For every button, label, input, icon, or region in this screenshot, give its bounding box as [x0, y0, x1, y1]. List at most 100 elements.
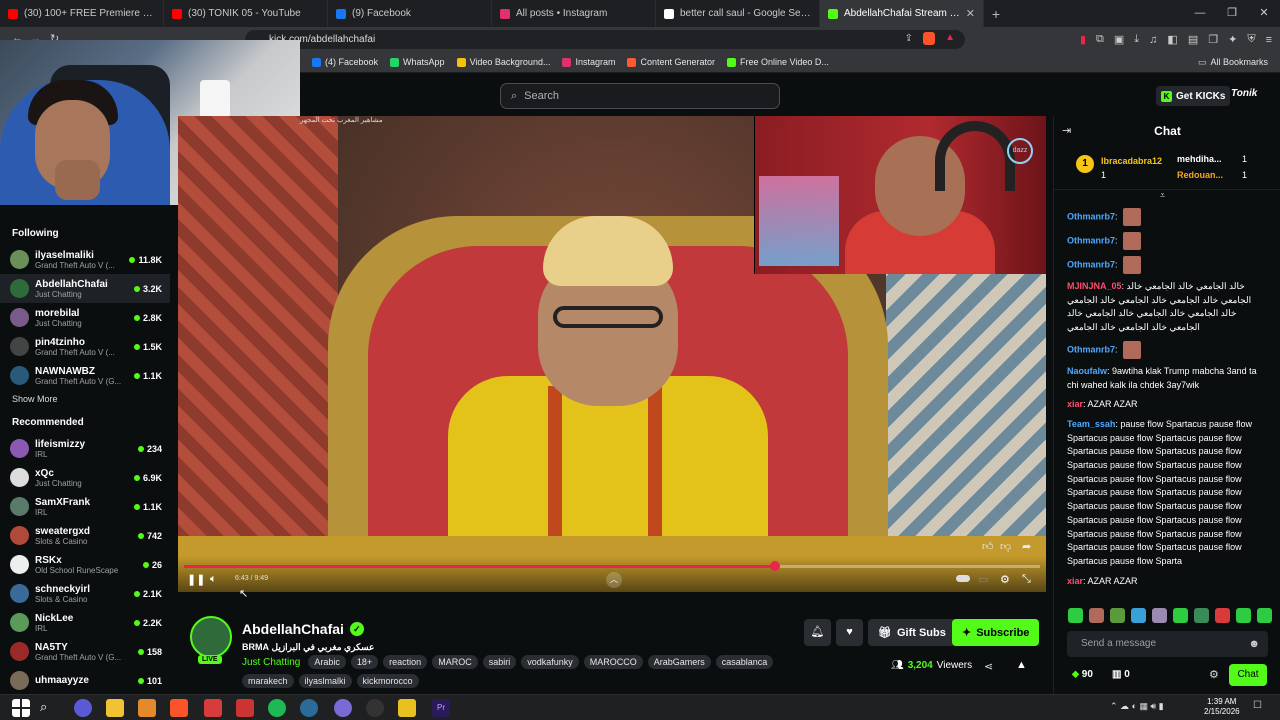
close-window-icon[interactable]: ✕: [1248, 0, 1280, 27]
sidebar-channel[interactable]: NA5TY Grand Theft Auto V (G... 158: [0, 637, 170, 666]
restore-icon[interactable]: ❐: [1216, 0, 1248, 27]
brave-taskbar-icon[interactable]: [170, 699, 188, 717]
notification-bell-icon[interactable]: 🔔︎: [804, 619, 831, 646]
url-field[interactable]: kick.com/abdellahchafai ⇪ ▲: [245, 30, 965, 49]
tonik-logo[interactable]: Tonik: [1231, 88, 1257, 99]
sidebar-channel[interactable]: lifeismizzy IRL 234: [0, 434, 170, 463]
wallet-icon[interactable]: ▤: [1188, 33, 1198, 46]
system-tray[interactable]: ⌃ ☁ ◐ ▦ 🔊︎ ▮: [1110, 701, 1164, 712]
thumbs-up-icon[interactable]: 👍︎: [982, 540, 994, 553]
emote-icon[interactable]: [1110, 608, 1125, 623]
pause-icon[interactable]: ❚❚: [187, 573, 205, 586]
emote-icon[interactable]: [1152, 608, 1167, 623]
emoji-icon[interactable]: ☻: [1248, 631, 1260, 657]
chat-username[interactable]: Othmanrb7: [1067, 235, 1115, 245]
tag-chip[interactable]: marakech: [242, 674, 294, 688]
bookmark-item[interactable]: Instagram: [562, 57, 615, 67]
menu-icon[interactable]: ≡: [1266, 34, 1272, 46]
leaderboard-name[interactable]: Redouan...: [1177, 170, 1223, 180]
chat-username[interactable]: Team_ssah: [1067, 419, 1115, 429]
bookmark-item[interactable]: Content Generator: [627, 57, 715, 67]
tag-chip[interactable]: MAROCCO: [583, 655, 643, 669]
extensions-icon[interactable]: ⧉: [1096, 33, 1104, 46]
clock[interactable]: 1:39 AM 2/15/2026: [1204, 697, 1240, 717]
browser-tab[interactable]: better call saul - Google Search: [656, 0, 820, 27]
sidebar-channel[interactable]: AbdellahChafai Just Chatting 3.2K: [0, 274, 170, 303]
office-icon[interactable]: [204, 699, 222, 717]
emote-icon[interactable]: [1131, 608, 1146, 623]
chat-username[interactable]: xiar: [1067, 576, 1083, 586]
file-explorer-icon[interactable]: [106, 699, 124, 717]
sidebar-channel[interactable]: xQc Just Chatting 6.9K: [0, 463, 170, 492]
chevron-up-icon[interactable]: ︿: [606, 572, 622, 588]
browser-tab[interactable]: (9) Facebook: [328, 0, 492, 27]
app-thumbnail-icon[interactable]: [236, 699, 254, 717]
emote-icon[interactable]: [1215, 608, 1230, 623]
volume-icon[interactable]: 🔈︎: [210, 573, 217, 586]
share-icon[interactable]: ⇪: [905, 33, 913, 44]
chat-input[interactable]: Send a message ☻: [1067, 631, 1268, 657]
category-link[interactable]: Just Chatting: [242, 657, 300, 668]
sidebar-channel[interactable]: NickLee IRL 2.2K: [0, 608, 170, 637]
discord-icon[interactable]: [334, 699, 352, 717]
bookmark-item[interactable]: WhatsApp: [390, 57, 445, 67]
subscribe-button[interactable]: ✦ Subscribe: [952, 619, 1040, 646]
search-taskbar-icon[interactable]: ⌕: [40, 699, 58, 717]
close-tab-icon[interactable]: ✕: [966, 7, 975, 20]
leaderboard-name[interactable]: mehdiha...: [1177, 154, 1222, 164]
spotify-icon[interactable]: [268, 699, 286, 717]
music-icon[interactable]: ♫: [1149, 34, 1157, 46]
tag-chip[interactable]: kickmorocco: [356, 674, 419, 688]
streamer-name[interactable]: AbdellahChafai: [242, 621, 344, 637]
bookmark-item[interactable]: (4) Facebook: [312, 57, 378, 67]
chat-username[interactable]: Othmanrb7: [1067, 344, 1115, 354]
emote-icon[interactable]: [1194, 608, 1209, 623]
chat-username[interactable]: Othmanrb7: [1067, 259, 1115, 269]
video-player[interactable]: مشاهير المغرب تحت المجهر dazz ❚❚ 🔈︎ 6:43…: [178, 116, 1046, 592]
theater-icon[interactable]: ▭: [978, 573, 988, 586]
brave-shield-icon[interactable]: [923, 32, 935, 45]
tag-chip[interactable]: MAROC: [432, 655, 478, 669]
toggle-icon[interactable]: [956, 575, 970, 582]
tag-chip[interactable]: sabiri: [482, 655, 517, 669]
extension-red-icon[interactable]: ▮: [1080, 33, 1086, 46]
vpn-icon[interactable]: ⛨: [1247, 33, 1255, 46]
sidebar-channel[interactable]: RSKx Old School RuneScape 26: [0, 550, 170, 579]
tag-chip[interactable]: 18+: [350, 655, 379, 669]
gift-subs-button[interactable]: 🎁︎ Gift Subs: [868, 619, 956, 646]
emote-icon[interactable]: [1236, 608, 1251, 623]
copy-icon[interactable]: ❐: [1208, 33, 1218, 46]
progress-bar[interactable]: [184, 561, 1040, 571]
github-icon[interactable]: [366, 699, 384, 717]
show-more-link[interactable]: Show More: [0, 390, 170, 412]
tag-chip[interactable]: reaction: [383, 655, 428, 669]
minimize-icon[interactable]: —: [1184, 0, 1216, 27]
sidebar-icon[interactable]: ◧: [1167, 33, 1177, 46]
tag-chip[interactable]: Arabic: [308, 655, 346, 669]
emote-icon[interactable]: [1173, 608, 1188, 623]
app-yellow-icon[interactable]: [398, 699, 416, 717]
emote-icon[interactable]: [1257, 608, 1272, 623]
download-icon[interactable]: ⤓: [1134, 33, 1139, 46]
share-icon[interactable]: ⋖: [984, 660, 993, 673]
chevron-down-icon[interactable]: ⩡: [1160, 190, 1165, 201]
share-arrow-icon[interactable]: ➦: [1022, 540, 1031, 553]
get-kicks-button[interactable]: K Get KICKs: [1156, 86, 1231, 106]
fullscreen-icon[interactable]: ⤡: [1022, 573, 1031, 586]
app-icon[interactable]: [138, 699, 156, 717]
steam-icon[interactable]: [300, 699, 318, 717]
follow-heart-icon[interactable]: ♥: [836, 619, 863, 646]
sidebar-channel[interactable]: NAWNAWBZ Grand Theft Auto V (G... 1.1K: [0, 361, 170, 390]
report-icon[interactable]: ▲: [1016, 659, 1027, 671]
notification-icon[interactable]: ☐: [1253, 700, 1262, 711]
sidebar-channel[interactable]: SamXFrank IRL 1.1K: [0, 492, 170, 521]
chat-username[interactable]: Naoufalw: [1067, 366, 1107, 376]
chat-username[interactable]: MJINJNA_05: [1067, 281, 1122, 291]
sidebar-channel[interactable]: morebilal Just Chatting 2.8K: [0, 303, 170, 332]
tag-chip[interactable]: ArabGamers: [647, 655, 711, 669]
sidebar-channel[interactable]: ilyaselmaliki Grand Theft Auto V (... 11.8…: [0, 245, 170, 274]
settings-icon[interactable]: ⚙: [1000, 573, 1010, 586]
browser-tab[interactable]: (30) 100+ FREE Premiere Pro Transitio: [0, 0, 164, 27]
browser-tab[interactable]: AbdellahChafai Stream - Watc ✕: [820, 0, 984, 27]
browser-tab[interactable]: (30) TONIK 05 - YouTube: [164, 0, 328, 27]
